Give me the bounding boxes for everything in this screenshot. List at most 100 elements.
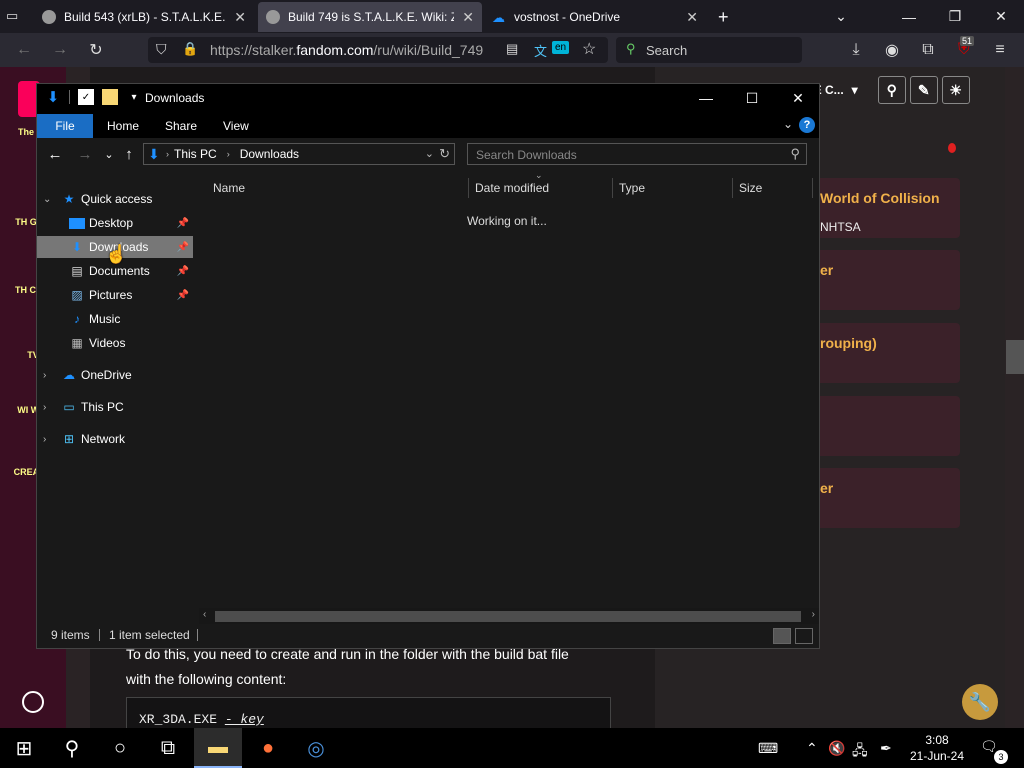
- forward-arrow-icon[interactable]: →: [48, 38, 72, 62]
- details-view-button[interactable]: [773, 628, 791, 644]
- chevron-right-icon[interactable]: ›: [43, 402, 53, 413]
- tab-home[interactable]: Home: [93, 114, 153, 138]
- user-avatar-icon[interactable]: [22, 691, 44, 713]
- shield-icon[interactable]: ⛉: [156, 41, 167, 58]
- minimize-button[interactable]: —: [886, 0, 932, 33]
- minimize-button[interactable]: —: [683, 84, 729, 112]
- tab-list-chevron-icon[interactable]: ⌄: [818, 0, 864, 33]
- extensions-icon[interactable]: ⧉: [916, 38, 940, 62]
- windows-start-icon[interactable]: ⊞: [0, 728, 48, 768]
- search-icon[interactable]: ⚲: [48, 728, 96, 768]
- pin-icon[interactable]: 📌: [177, 242, 189, 253]
- tab-file[interactable]: File: [37, 114, 93, 138]
- new-tab-button[interactable]: +: [710, 2, 740, 32]
- task-view-icon[interactable]: ⧉: [144, 728, 192, 768]
- search-downloads-input[interactable]: Search Downloads ⚲: [467, 143, 807, 165]
- reader-view-icon[interactable]: ▤: [506, 41, 518, 57]
- recent-locations-chevron-icon[interactable]: ⌄: [99, 144, 119, 164]
- browser-search-box[interactable]: ⚲ Search: [616, 37, 802, 63]
- help-icon[interactable]: ?: [799, 117, 815, 133]
- expand-ribbon-chevron-icon[interactable]: ⌄: [783, 117, 793, 131]
- tab-share[interactable]: Share: [151, 114, 211, 138]
- close-tab-icon[interactable]: ✕: [686, 9, 698, 26]
- refresh-icon[interactable]: ↻: [439, 146, 450, 162]
- show-hidden-icons-chevron-icon[interactable]: ⌃: [806, 740, 818, 757]
- reload-icon[interactable]: ↻: [84, 38, 108, 62]
- pen-icon[interactable]: ✒: [880, 740, 892, 757]
- downloads-icon[interactable]: ⤓: [844, 38, 868, 62]
- pin-icon[interactable]: 📌: [177, 218, 189, 229]
- clock-time: 3:08: [925, 733, 949, 747]
- nav-item-desktop[interactable]: Desktop 📌: [37, 212, 193, 234]
- file-explorer-taskbar-icon[interactable]: ▬: [194, 728, 242, 768]
- lock-icon[interactable]: 🔒: [182, 41, 198, 57]
- url-bar[interactable]: ⛉ 🔒 https://stalker. fandom.com/ru/wiki/B…: [148, 37, 608, 63]
- close-tab-icon[interactable]: ✕: [462, 9, 474, 26]
- breadcrumb-separator-icon[interactable]: ›: [227, 149, 230, 159]
- theme-toggle-icon[interactable]: ☀: [941, 76, 970, 104]
- properties-checkbox-icon[interactable]: ✓: [78, 89, 94, 105]
- column-header-date-modified[interactable]: Date modified: [469, 178, 613, 198]
- up-arrow-icon[interactable]: ↑: [119, 144, 139, 164]
- column-header-size[interactable]: Size: [733, 178, 813, 198]
- url-host: fandom.com: [296, 42, 374, 58]
- chevron-down-icon[interactable]: ⌄: [43, 194, 53, 205]
- network-icon[interactable]: 🖧: [852, 740, 868, 764]
- nav-item-videos[interactable]: ▦ Videos: [37, 332, 193, 354]
- cortana-icon[interactable]: ○: [96, 728, 144, 768]
- translate-icon[interactable]: 文: [534, 41, 547, 60]
- pin-icon[interactable]: 📌: [177, 266, 189, 277]
- wrench-icon[interactable]: 🔧: [962, 684, 998, 720]
- forward-arrow-icon[interactable]: →: [75, 144, 95, 164]
- volume-muted-icon[interactable]: 🔇: [828, 740, 845, 757]
- breadcrumb-this-pc[interactable]: This PC: [174, 147, 217, 161]
- account-icon[interactable]: ◉: [880, 38, 904, 62]
- nav-network[interactable]: › ⊞ Network: [37, 428, 193, 450]
- close-tab-icon[interactable]: ✕: [234, 9, 246, 26]
- address-bar[interactable]: ⬇ › This PC › Downloads ⌄ ↻: [143, 143, 455, 165]
- pin-icon[interactable]: 📌: [177, 290, 189, 301]
- tab-view[interactable]: View: [209, 114, 263, 138]
- nav-onedrive[interactable]: › ☁ OneDrive: [37, 364, 193, 386]
- close-button[interactable]: ✕: [775, 84, 821, 112]
- search-icon[interactable]: ⚲: [877, 76, 906, 104]
- column-header-name[interactable]: Name: [207, 178, 469, 198]
- bookmark-star-icon[interactable]: ☆: [582, 39, 596, 59]
- scroll-right-icon[interactable]: ›: [812, 609, 815, 620]
- chrome-taskbar-icon[interactable]: ◎: [292, 728, 340, 768]
- chevron-down-icon[interactable]: ▾: [852, 83, 858, 97]
- discussions-icon[interactable]: ✎: [909, 76, 938, 104]
- firefox-taskbar-icon[interactable]: ●: [244, 728, 292, 768]
- nav-item-pictures[interactable]: ▨ Pictures 📌: [37, 284, 193, 306]
- chevron-right-icon[interactable]: ›: [43, 370, 53, 381]
- page-scrollbar-thumb[interactable]: [1006, 340, 1024, 374]
- customize-toolbar-chevron-icon[interactable]: ▾: [126, 89, 142, 105]
- scroll-left-icon[interactable]: ‹: [203, 609, 206, 620]
- sort-indicator-icon: ⌄: [535, 170, 543, 180]
- large-icons-view-button[interactable]: [795, 628, 813, 644]
- nav-quick-access[interactable]: ⌄ ★ Quick access: [37, 188, 193, 210]
- column-header-type[interactable]: Type: [613, 178, 733, 198]
- new-folder-icon[interactable]: [102, 89, 118, 105]
- back-arrow-icon[interactable]: ←: [45, 144, 65, 164]
- keyboard-icon[interactable]: ⌨: [758, 740, 778, 757]
- browser-tab-3[interactable]: ☁ vostnost - OneDrive ✕: [484, 2, 706, 32]
- close-window-button[interactable]: ✕: [978, 0, 1024, 33]
- address-dropdown-icon[interactable]: ⌄: [425, 147, 434, 160]
- menu-hamburger-icon[interactable]: ≡: [988, 38, 1012, 62]
- video-icon: ▦: [71, 336, 83, 350]
- back-arrow-icon[interactable]: ←: [12, 38, 36, 62]
- browser-tab-2[interactable]: Build 749 is S.T.A.L.K.E. Wiki: Zon ✕: [258, 2, 482, 32]
- list-all-tabs-icon[interactable]: ▭: [6, 8, 24, 26]
- nav-this-pc[interactable]: › ▭ This PC: [37, 396, 193, 418]
- breadcrumb-downloads[interactable]: Downloads: [240, 147, 299, 161]
- chevron-right-icon[interactable]: ›: [43, 434, 53, 445]
- maximize-button[interactable]: ☐: [729, 84, 775, 112]
- restore-button[interactable]: ❐: [932, 0, 978, 33]
- browser-tab-1[interactable]: Build 543 (xrLB) - S.T.A.L.K.E.R. V ✕: [34, 2, 254, 32]
- scrollbar-thumb[interactable]: [215, 611, 801, 622]
- nav-item-music[interactable]: ♪ Music: [37, 308, 193, 330]
- breadcrumb-separator-icon[interactable]: ›: [166, 149, 169, 159]
- taskbar-clock[interactable]: 3:08 21-Jun-24: [902, 732, 972, 764]
- horizontal-scrollbar[interactable]: ‹ ›: [199, 608, 819, 624]
